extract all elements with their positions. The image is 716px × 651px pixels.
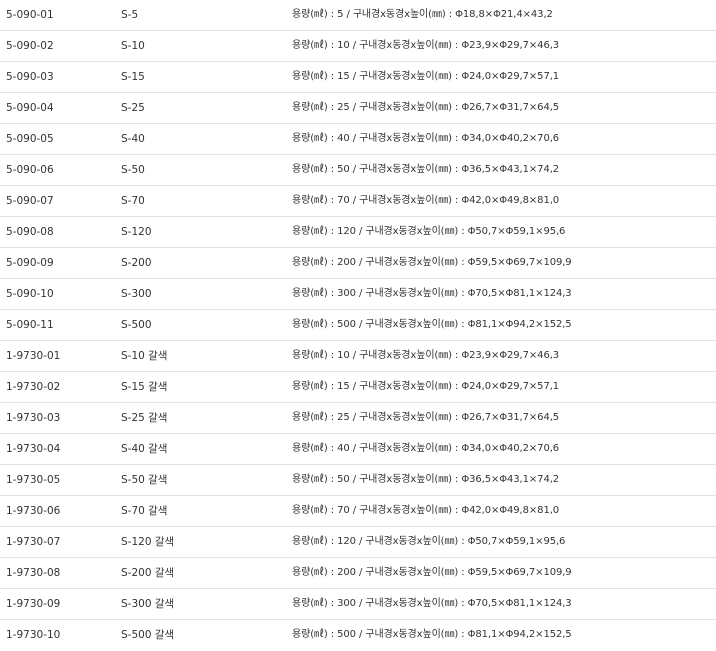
product-spec: 용량(㎖) : 15 / 구내경x동경x높이(㎜) : Φ24,0×Φ29,7×…	[292, 381, 560, 392]
table-row: 1-9730-03 S-25 갈색 용량(㎖) : 25 / 구내경x동경x높이…	[0, 403, 716, 434]
table-row: 5-090-07 S-70 용량(㎖) : 70 / 구내경x동경x높이(㎜) …	[0, 186, 716, 217]
product-code: 1-9730-10	[6, 629, 61, 641]
product-model: S-300 갈색	[121, 598, 175, 610]
product-spec: 용량(㎖) : 50 / 구내경x동경x높이(㎜) : Φ36,5×Φ43,1×…	[292, 164, 560, 175]
product-code: 1-9730-07	[6, 536, 61, 548]
product-code: 5-090-02	[6, 40, 54, 52]
product-code: 5-090-06	[6, 164, 54, 176]
product-model: S-40 갈색	[121, 443, 168, 455]
product-model: S-10 갈색	[121, 350, 168, 362]
table-row: 1-9730-04 S-40 갈색 용량(㎖) : 40 / 구내경x동경x높이…	[0, 434, 716, 465]
product-model: S-50 갈색	[121, 474, 168, 486]
product-model: S-70	[121, 195, 145, 207]
product-code: 5-090-07	[6, 195, 54, 207]
product-model: S-5	[121, 9, 139, 21]
product-code: 5-090-04	[6, 102, 54, 114]
table-row: 5-090-10 S-300 용량(㎖) : 300 / 구내경x동경x높이(㎜…	[0, 279, 716, 310]
product-model: S-10	[121, 40, 145, 52]
product-model: S-200 갈색	[121, 567, 175, 579]
product-code: 5-090-09	[6, 257, 54, 269]
product-code: 5-090-11	[6, 319, 54, 331]
product-code: 1-9730-05	[6, 474, 61, 486]
product-spec: 용량(㎖) : 10 / 구내경x동경x높이(㎜) : Φ23,9×Φ29,7×…	[292, 40, 560, 51]
table-row: 1-9730-01 S-10 갈색 용량(㎖) : 10 / 구내경x동경x높이…	[0, 341, 716, 372]
product-spec: 용량(㎖) : 5 / 구내경x동경x높이(㎜) : Φ18,8×Φ21,4×4…	[292, 9, 553, 20]
product-code: 1-9730-01	[6, 350, 61, 362]
product-spec: 용량(㎖) : 120 / 구내경x동경x높이(㎜) : Φ50,7×Φ59,1…	[292, 226, 566, 237]
product-code: 5-090-01	[6, 9, 54, 21]
table-row: 1-9730-05 S-50 갈색 용량(㎖) : 50 / 구내경x동경x높이…	[0, 465, 716, 496]
product-spec: 용량(㎖) : 500 / 구내경x동경x높이(㎜) : Φ81,1×Φ94,2…	[292, 629, 572, 640]
product-model: S-40	[121, 133, 145, 145]
product-spec: 용량(㎖) : 40 / 구내경x동경x높이(㎜) : Φ34,0×Φ40,2×…	[292, 443, 560, 454]
product-model: S-500 갈색	[121, 629, 175, 641]
product-model: S-50	[121, 164, 145, 176]
product-model: S-500	[121, 319, 152, 331]
table-row: 1-9730-02 S-15 갈색 용량(㎖) : 15 / 구내경x동경x높이…	[0, 372, 716, 403]
product-model: S-15 갈색	[121, 381, 168, 393]
product-spec: 용량(㎖) : 120 / 구내경x동경x높이(㎜) : Φ50,7×Φ59,1…	[292, 536, 566, 547]
product-code: 1-9730-02	[6, 381, 61, 393]
table-row: 1-9730-07 S-120 갈색 용량(㎖) : 120 / 구내경x동경x…	[0, 527, 716, 558]
table-row: 5-090-01 S-5 용량(㎖) : 5 / 구내경x동경x높이(㎜) : …	[0, 0, 716, 31]
product-code: 5-090-10	[6, 288, 54, 300]
table-row: 5-090-03 S-15 용량(㎖) : 15 / 구내경x동경x높이(㎜) …	[0, 62, 716, 93]
table-row: 1-9730-06 S-70 갈색 용량(㎖) : 70 / 구내경x동경x높이…	[0, 496, 716, 527]
product-spec: 용량(㎖) : 500 / 구내경x동경x높이(㎜) : Φ81,1×Φ94,2…	[292, 319, 572, 330]
product-spec: 용량(㎖) : 10 / 구내경x동경x높이(㎜) : Φ23,9×Φ29,7×…	[292, 350, 560, 361]
table-row: 1-9730-10 S-500 갈색 용량(㎖) : 500 / 구내경x동경x…	[0, 620, 716, 651]
product-spec: 용량(㎖) : 70 / 구내경x동경x높이(㎜) : Φ42,0×Φ49,8×…	[292, 195, 560, 206]
product-code: 5-090-05	[6, 133, 54, 145]
table-row: 1-9730-09 S-300 갈색 용량(㎖) : 300 / 구내경x동경x…	[0, 589, 716, 620]
product-model: S-120 갈색	[121, 536, 175, 548]
product-model: S-70 갈색	[121, 505, 168, 517]
product-spec: 용량(㎖) : 25 / 구내경x동경x높이(㎜) : Φ26,7×Φ31,7×…	[292, 102, 560, 113]
table-row: 5-090-04 S-25 용량(㎖) : 25 / 구내경x동경x높이(㎜) …	[0, 93, 716, 124]
product-spec: 용량(㎖) : 50 / 구내경x동경x높이(㎜) : Φ36,5×Φ43,1×…	[292, 474, 560, 485]
table-row: 1-9730-08 S-200 갈색 용량(㎖) : 200 / 구내경x동경x…	[0, 558, 716, 589]
table-row: 5-090-05 S-40 용량(㎖) : 40 / 구내경x동경x높이(㎜) …	[0, 124, 716, 155]
product-spec: 용량(㎖) : 40 / 구내경x동경x높이(㎜) : Φ34,0×Φ40,2×…	[292, 133, 560, 144]
product-spec: 용량(㎖) : 15 / 구내경x동경x높이(㎜) : Φ24,0×Φ29,7×…	[292, 71, 560, 82]
product-model: S-120	[121, 226, 152, 238]
product-code: 5-090-08	[6, 226, 54, 238]
product-code: 1-9730-06	[6, 505, 61, 517]
product-code: 5-090-03	[6, 71, 54, 83]
product-code: 1-9730-09	[6, 598, 61, 610]
product-spec-table: 5-090-01 S-5 용량(㎖) : 5 / 구내경x동경x높이(㎜) : …	[0, 0, 716, 651]
table-row: 5-090-11 S-500 용량(㎖) : 500 / 구내경x동경x높이(㎜…	[0, 310, 716, 341]
table-row: 5-090-06 S-50 용량(㎖) : 50 / 구내경x동경x높이(㎜) …	[0, 155, 716, 186]
product-model: S-200	[121, 257, 152, 269]
product-model: S-300	[121, 288, 152, 300]
product-spec: 용량(㎖) : 25 / 구내경x동경x높이(㎜) : Φ26,7×Φ31,7×…	[292, 412, 560, 423]
table-row: 5-090-02 S-10 용량(㎖) : 10 / 구내경x동경x높이(㎜) …	[0, 31, 716, 62]
product-spec: 용량(㎖) : 300 / 구내경x동경x높이(㎜) : Φ70,5×Φ81,1…	[292, 598, 572, 609]
table-row: 5-090-09 S-200 용량(㎖) : 200 / 구내경x동경x높이(㎜…	[0, 248, 716, 279]
product-spec: 용량(㎖) : 300 / 구내경x동경x높이(㎜) : Φ70,5×Φ81,1…	[292, 288, 572, 299]
product-model: S-25	[121, 102, 145, 114]
product-spec: 용량(㎖) : 70 / 구내경x동경x높이(㎜) : Φ42,0×Φ49,8×…	[292, 505, 560, 516]
product-code: 1-9730-04	[6, 443, 61, 455]
product-model: S-15	[121, 71, 145, 83]
product-model: S-25 갈색	[121, 412, 168, 424]
product-spec: 용량(㎖) : 200 / 구내경x동경x높이(㎜) : Φ59,5×Φ69,7…	[292, 257, 572, 268]
product-code: 1-9730-03	[6, 412, 61, 424]
product-spec: 용량(㎖) : 200 / 구내경x동경x높이(㎜) : Φ59,5×Φ69,7…	[292, 567, 572, 578]
product-code: 1-9730-08	[6, 567, 61, 579]
table-row: 5-090-08 S-120 용량(㎖) : 120 / 구내경x동경x높이(㎜…	[0, 217, 716, 248]
